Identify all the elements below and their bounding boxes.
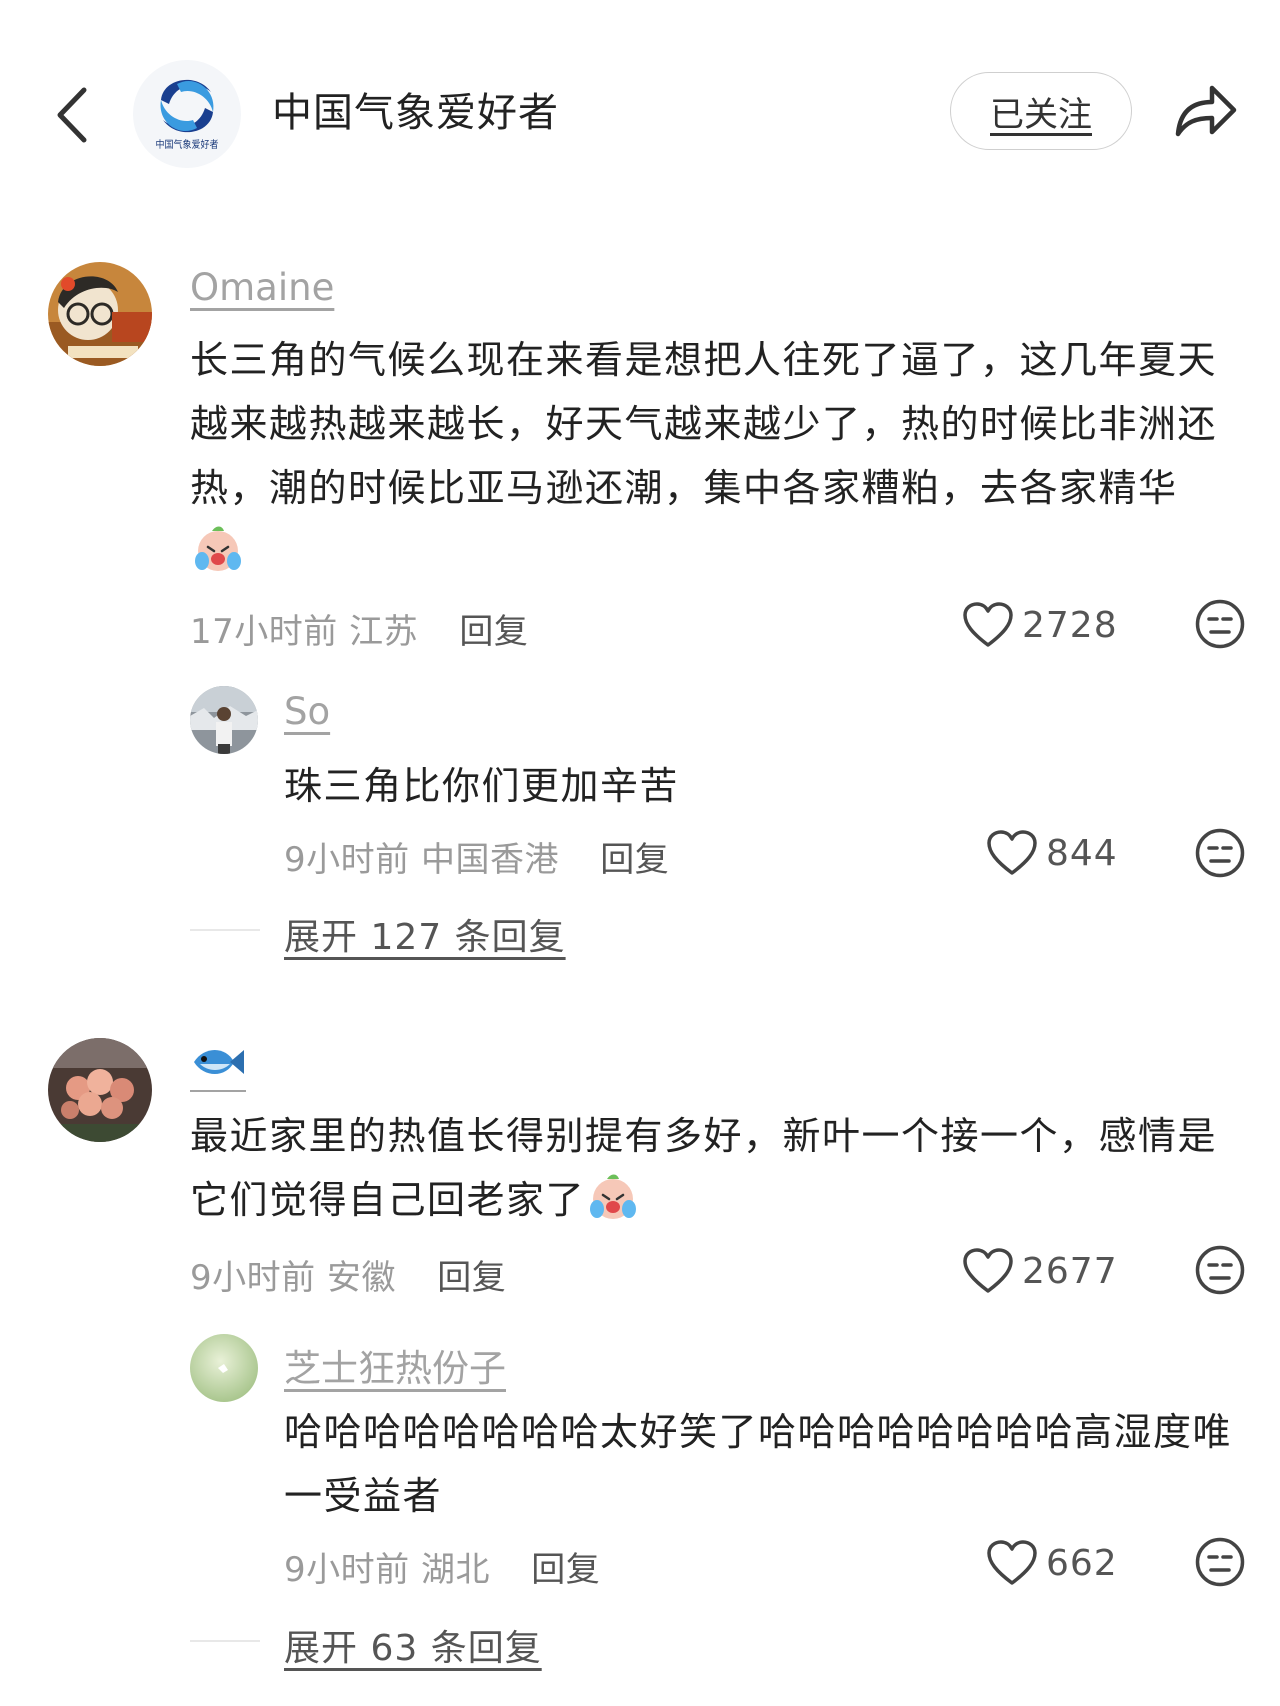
logo-lettering: 中国气象爱好者 bbox=[155, 140, 219, 151]
comment-meta: 17小时前 江苏 回复 bbox=[190, 604, 528, 653]
expand-replies-button[interactable]: 展开 63 条回复 bbox=[284, 1619, 542, 1671]
avatar[interactable] bbox=[190, 686, 258, 754]
like-button[interactable]: 2677 bbox=[962, 1247, 1118, 1295]
comment-body: 最近家里的热值长得别提有多好，新叶一个接一个，感情是它们觉得自己回老家了 bbox=[190, 1114, 1218, 1222]
like-count: 662 bbox=[1046, 1542, 1118, 1584]
reply-time: 9小时前 bbox=[284, 1550, 410, 1590]
like-count: 2677 bbox=[1022, 1250, 1118, 1292]
dislike-face-icon[interactable] bbox=[1194, 827, 1246, 883]
divider bbox=[190, 1640, 260, 1642]
follow-button[interactable]: 已关注 bbox=[950, 72, 1132, 150]
reply-location: 湖北 bbox=[420, 1550, 490, 1590]
avatar[interactable] bbox=[190, 1334, 258, 1402]
like-count: 2728 bbox=[1022, 604, 1118, 646]
dislike-face-icon[interactable] bbox=[1194, 1536, 1246, 1592]
comment-username[interactable]: Omaine bbox=[190, 266, 334, 309]
reply-username[interactable]: 芝士狂热份子 bbox=[284, 1338, 506, 1392]
reply-button[interactable]: 回复 bbox=[437, 1258, 506, 1298]
comment-time: 9小时前 bbox=[190, 1258, 316, 1298]
like-button[interactable]: 844 bbox=[986, 829, 1118, 877]
reply-button[interactable]: 回复 bbox=[531, 1550, 600, 1590]
comment-body: 长三角的气候么现在来看是想把人往死了逼了，这几年夏天越来越热越来越长，好天气越来… bbox=[190, 338, 1218, 510]
heart-icon bbox=[963, 602, 1013, 647]
like-button[interactable]: 662 bbox=[986, 1539, 1118, 1587]
heart-icon bbox=[987, 1540, 1037, 1585]
like-count: 844 bbox=[1046, 832, 1118, 874]
dislike-face-icon[interactable] bbox=[1194, 598, 1246, 654]
avatar[interactable] bbox=[48, 262, 152, 366]
reply-username[interactable]: So bbox=[284, 690, 330, 733]
fish-icon[interactable]: 🐟 bbox=[190, 1042, 246, 1092]
reply-button[interactable]: 回复 bbox=[459, 612, 528, 652]
divider bbox=[190, 929, 260, 931]
reply-meta: 9小时前 中国香港 回复 bbox=[284, 832, 669, 881]
reply-meta: 9小时前 湖北 回复 bbox=[284, 1542, 600, 1591]
avatar[interactable] bbox=[48, 1038, 152, 1142]
expand-replies-button[interactable]: 展开 127 条回复 bbox=[284, 908, 566, 960]
heart-icon bbox=[987, 830, 1037, 875]
reply-time: 9小时前 bbox=[284, 840, 410, 880]
heart-icon bbox=[963, 1248, 1013, 1293]
share-arrow-icon[interactable] bbox=[1172, 80, 1240, 140]
reply-text: 哈哈哈哈哈哈哈哈太好笑了哈哈哈哈哈哈哈哈高湿度唯一受益者 bbox=[284, 1410, 1233, 1518]
dislike-face-icon[interactable] bbox=[1194, 1244, 1246, 1300]
comment-text: 长三角的气候么现在来看是想把人往死了逼了，这几年夏天越来越热越来越长，好天气越来… bbox=[190, 328, 1220, 584]
channel-title[interactable]: 中国气象爱好者 bbox=[272, 80, 559, 138]
like-button[interactable]: 2728 bbox=[962, 601, 1118, 649]
comment-location: 江苏 bbox=[349, 612, 419, 652]
channel-logo[interactable]: 中国气象爱好者 bbox=[133, 60, 241, 168]
crying-laughing-face-emoji bbox=[590, 1174, 637, 1219]
comment-time: 17小时前 bbox=[190, 612, 338, 652]
comment-meta: 9小时前 安徽 回复 bbox=[190, 1250, 506, 1299]
crying-laughing-face-emoji bbox=[195, 526, 241, 571]
reply-text: 珠三角比你们更加辛苦 bbox=[284, 764, 680, 808]
follow-label: 已关注 bbox=[990, 94, 1092, 135]
comment-text: 最近家里的热值长得别提有多好，新叶一个接一个，感情是它们觉得自己回老家了 bbox=[190, 1104, 1220, 1232]
comment-location: 安徽 bbox=[326, 1258, 396, 1298]
reply-button[interactable]: 回复 bbox=[600, 840, 669, 880]
chevron-left-icon[interactable] bbox=[52, 86, 92, 144]
reply-location: 中国香港 bbox=[420, 840, 559, 880]
